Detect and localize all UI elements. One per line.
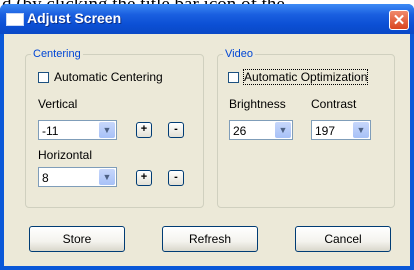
automatic-optimization-label: Automatic Optimization (242, 69, 369, 85)
contrast-select[interactable]: 197 ▼ (311, 120, 371, 140)
horizontal-minus-button[interactable]: - (168, 170, 184, 186)
horizontal-select[interactable]: 8 ▼ (38, 167, 117, 187)
automatic-optimization-checkbox[interactable]: Automatic Optimization (228, 69, 369, 85)
vertical-select[interactable]: -11 ▼ (38, 120, 117, 140)
chevron-down-icon[interactable]: ▼ (99, 122, 115, 138)
close-icon: ✕ (392, 12, 406, 29)
contrast-value: 197 (315, 124, 336, 138)
brightness-value: 26 (233, 124, 247, 138)
vertical-value: -11 (42, 124, 59, 138)
horizontal-plus-button[interactable]: + (136, 170, 152, 186)
video-legend: Video (225, 48, 253, 60)
horizontal-label: Horizontal (38, 148, 93, 162)
adjust-screen-dialog: Adjust Screen ✕ Centering Automatic Cent… (0, 4, 414, 270)
automatic-centering-box[interactable] (38, 71, 49, 83)
title-bar[interactable]: Adjust Screen ✕ (0, 4, 414, 34)
window-icon (6, 13, 24, 26)
chevron-down-icon[interactable]: ▼ (353, 122, 369, 138)
close-button[interactable]: ✕ (389, 10, 409, 30)
centering-legend: Centering (33, 48, 81, 60)
chevron-down-icon[interactable]: ▼ (99, 169, 115, 185)
brightness-label: Brightness (229, 97, 286, 111)
dialog-client-area: Centering Automatic Centering Vertical -… (4, 34, 410, 266)
automatic-centering-label: Automatic Centering (54, 70, 163, 84)
vertical-plus-button[interactable]: + (136, 122, 152, 138)
vertical-minus-button[interactable]: - (168, 122, 184, 138)
automatic-centering-checkbox[interactable]: Automatic Centering (38, 70, 163, 84)
brightness-select[interactable]: 26 ▼ (229, 120, 293, 140)
vertical-label: Vertical (38, 97, 78, 111)
contrast-label: Contrast (311, 97, 357, 111)
refresh-button[interactable]: Refresh (162, 226, 258, 252)
horizontal-value: 8 (42, 171, 49, 185)
cancel-button[interactable]: Cancel (295, 226, 391, 252)
chevron-down-icon[interactable]: ▼ (275, 122, 291, 138)
automatic-optimization-box[interactable] (228, 71, 239, 83)
store-button[interactable]: Store (29, 226, 125, 252)
window-title: Adjust Screen (27, 10, 122, 26)
